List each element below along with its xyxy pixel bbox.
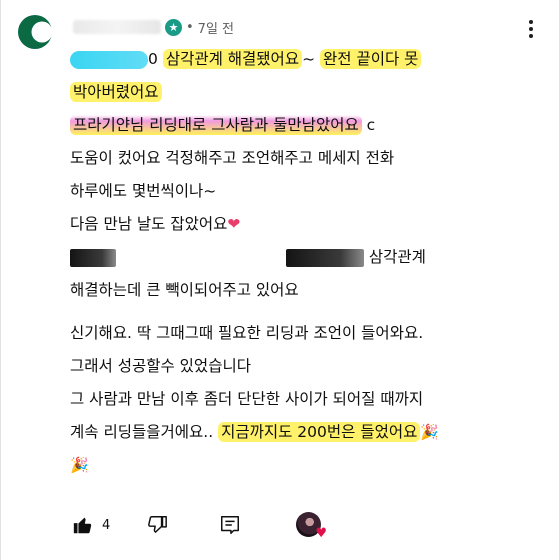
reply-comment-icon (221, 516, 240, 534)
highlight-text: 완전 끝이다 못 (320, 49, 422, 69)
comment-line: 해결하는데 큰 빽이되어주고 있어요 (70, 281, 299, 299)
comment-actions: 4 (72, 512, 241, 538)
comment-line: 박아버렸어요 (70, 76, 540, 109)
like-count: 4 (102, 517, 111, 533)
comment-body: 0 삼각관계 해결됐어요 ~ 완전 끝이다 못 박아버렸어요 프라기얀님 리딩대로… (70, 43, 540, 482)
comment-line: 신기해요. 딱 그때그때 필요한 리딩과 조언이 들어와요. (70, 324, 424, 342)
redacted-highlight-cyan (70, 50, 148, 69)
line-text: 0 (148, 50, 158, 68)
more-vertical-icon[interactable] (528, 20, 534, 40)
comment-line: 하루에도 몇번씩이나~ (70, 182, 217, 200)
highlight-text: 프라기얀님 리딩대로 그사람과 둘만남았어요 (70, 115, 362, 135)
comment-line: 도움이 컸어요 걱정해주고 조언해주고 메세지 전화 (70, 149, 395, 167)
like-button[interactable]: 4 (72, 514, 110, 536)
left-frame-border (0, 0, 1, 560)
party-popper-icon: 🎉 (70, 456, 89, 474)
highlight-text: 박아버렸어요 (70, 82, 162, 102)
reply-button[interactable] (219, 514, 241, 536)
thumbs-up-icon (73, 517, 92, 534)
star-badge-icon: ★ (165, 18, 182, 36)
heart-icon: ♥ (315, 526, 327, 541)
comment-time: 7일 전 (197, 21, 234, 37)
party-popper-icon: 🎉 (420, 423, 440, 441)
highlight-text: 지금까지도 200번은 들었어요 (218, 422, 421, 442)
thumbs-down-icon (148, 516, 168, 533)
line-text: 다음 만남 날도 잡았어요 (70, 215, 228, 233)
comment-line: 삼각관계 (70, 241, 540, 274)
heart-emoji-icon: ❤ (227, 215, 241, 233)
redaction-bar (70, 248, 116, 267)
comment-line: 계속 리딩들을거에요.. 지금까지도 200번은 들었어요 🎉 (70, 416, 540, 449)
starbucks-logo-icon[interactable] (17, 14, 53, 50)
dislike-button[interactable] (146, 514, 168, 536)
comment-line: 다음 만남 날도 잡았어요❤ (70, 208, 540, 241)
highlight-text: 삼각관계 해결됐어요 (162, 49, 303, 69)
line-text: 삼각관계 (368, 248, 426, 266)
comment-line: 그래서 성공할수 있었습니다 (70, 357, 251, 375)
separator-dot: • (186, 19, 194, 35)
line-text: c (361, 116, 376, 134)
comment-line: 그 사람과 만남 이후 좀더 단단한 사이가 되어질 때까지 (70, 390, 424, 408)
redaction-bar (285, 248, 364, 267)
author-name-blurred[interactable] (73, 20, 161, 34)
line-text: 계속 리딩들을거에요.. (70, 423, 219, 441)
comment-line: 프라기얀님 리딩대로 그사람과 둘만남았어요 c (70, 109, 540, 142)
line-text: ~ (302, 50, 321, 68)
comment-line: 0 삼각관계 해결됐어요 ~ 완전 끝이다 못 (70, 43, 540, 76)
comment-line: 🎉 (70, 449, 540, 482)
comment-header: ★ • 7일 전 (73, 17, 234, 37)
creator-heart-icon[interactable]: ♥ (296, 512, 327, 541)
